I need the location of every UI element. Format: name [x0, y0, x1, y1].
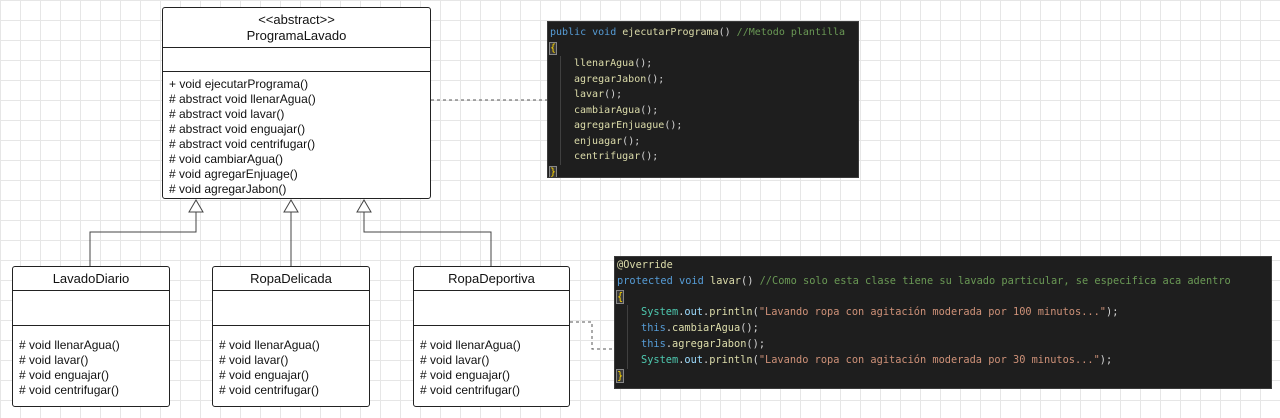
inheritance-arrow-2 [283, 199, 299, 213]
operation: # void llenarAgua() [19, 338, 120, 352]
operations-compartment: # void llenarAgua() # void lavar() # voi… [213, 326, 369, 401]
inheritance-line-lavadodiario [89, 212, 197, 266]
inheritance-arrow-3 [356, 199, 372, 213]
stereotype: <<abstract>> [258, 12, 335, 27]
inheritance-line-ropadeportiva [363, 212, 492, 266]
operation: # void lavar() [420, 353, 490, 367]
class-header: <<abstract>> ProgramaLavado [163, 8, 430, 48]
code-open-brace: { [615, 289, 625, 304]
code-statement: this.cambiarAgua(); [615, 321, 1271, 337]
operation: # void agregarJabon() [169, 182, 287, 196]
code-close-brace: } [615, 368, 625, 383]
code-note-template-method[interactable]: public void ejecutarPrograma() //Metodo … [547, 21, 859, 178]
attributes-compartment [13, 291, 169, 326]
code-open-brace: { [548, 41, 558, 55]
code-call-line: agregarJabon(); [548, 71, 858, 87]
class-programalavado[interactable]: <<abstract>> ProgramaLavado + void ejecu… [162, 7, 431, 199]
code-call-line: lavar(); [548, 87, 858, 103]
code-call-line: enjuagar(); [548, 133, 858, 149]
code-annotation: @Override [617, 259, 673, 271]
code-close-brace: } [548, 165, 558, 178]
inheritance-arrow-1 [188, 199, 204, 213]
operation: # void llenarAgua() [420, 338, 521, 352]
attributes-compartment [163, 48, 430, 72]
note-link-override [570, 321, 614, 350]
code-call-line: llenarAgua(); [548, 56, 858, 72]
code-note-override-lavar[interactable]: @Override protected void lavar() //Como … [614, 256, 1272, 389]
operation: # void centrifugar() [19, 383, 120, 397]
code-statement: System.out.println("Lavando ropa con agi… [615, 352, 1271, 369]
operation: # void enguajar() [19, 368, 110, 382]
code-statement: System.out.println("Lavando ropa con agi… [615, 305, 1271, 322]
class-name: LavadoDiario [13, 267, 169, 291]
code-call-line: cambiarAgua(); [548, 102, 858, 118]
operation: # void centrifugar() [219, 383, 320, 397]
operation: # abstract void llenarAgua() [169, 92, 316, 106]
operations-compartment: + void ejecutarPrograma() # abstract voi… [163, 72, 430, 200]
operation: + void ejecutarPrograma() [169, 77, 309, 91]
class-lavadodiario[interactable]: LavadoDiario # void llenarAgua() # void … [12, 266, 170, 407]
operations-compartment: # void llenarAgua() # void lavar() # voi… [414, 326, 569, 401]
operation: # void llenarAgua() [219, 338, 320, 352]
operation: # void lavar() [219, 353, 289, 367]
operations-compartment: # void llenarAgua() # void lavar() # voi… [13, 326, 169, 401]
class-ropadelicada[interactable]: RopaDelicada # void llenarAgua() # void … [212, 266, 370, 407]
attributes-compartment [414, 291, 569, 326]
class-name: ProgramaLavado [246, 28, 347, 43]
operation: # void cambiarAgua() [169, 152, 284, 166]
operation: # void enguajar() [420, 368, 511, 382]
code-signature-line: protected void lavar() //Como solo esta … [617, 274, 1231, 287]
attributes-compartment [213, 291, 369, 326]
operation: # abstract void centrifugar() [169, 137, 316, 151]
operation: # void enguajar() [219, 368, 310, 382]
operation: # void centrifugar() [420, 383, 521, 397]
operation: # void lavar() [19, 353, 89, 367]
operation: # abstract void enguajar() [169, 122, 306, 136]
code-call-line: agregarEnjuague(); [548, 118, 858, 134]
operation: # void agregarEnjuage() [169, 167, 298, 181]
code-statement: this.agregarJabon(); [615, 336, 1271, 353]
code-call-line: centrifugar(); [548, 149, 858, 165]
operation: # abstract void lavar() [169, 107, 285, 121]
class-name: RopaDelicada [213, 267, 369, 291]
class-ropadeportiva[interactable]: RopaDeportiva # void llenarAgua() # void… [413, 266, 570, 407]
class-name: RopaDeportiva [414, 267, 569, 291]
code-signature-line: public void ejecutarPrograma() //Metodo … [550, 27, 846, 38]
